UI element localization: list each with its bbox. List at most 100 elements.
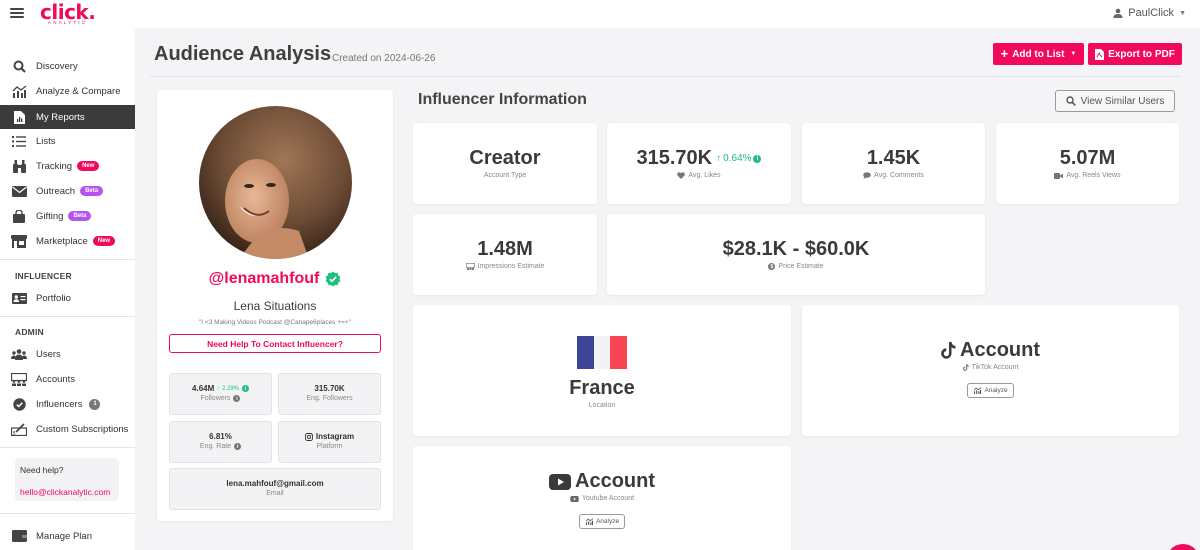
new-badge: New — [92, 236, 116, 246]
info-icon[interactable]: i — [241, 385, 249, 392]
beta-badge: Beta — [68, 211, 92, 221]
contact-influencer-button[interactable]: Need Help To Contact Influencer? — [169, 334, 381, 353]
sidebar-item-discovery[interactable]: Discovery — [0, 54, 135, 78]
list-icon — [11, 134, 27, 148]
svg-text:$: $ — [13, 430, 16, 436]
id-card-icon — [11, 291, 27, 305]
store-icon — [11, 234, 27, 248]
info-icon[interactable]: i — [753, 154, 762, 163]
card-avg-reels-views: 5.07M Avg. Reels Views — [996, 123, 1179, 204]
location-value: France — [569, 377, 635, 399]
divider — [0, 259, 135, 260]
divider — [0, 316, 135, 317]
pdf-file-icon — [1095, 48, 1105, 60]
verified-icon — [326, 271, 341, 287]
section-title: Influencer Information — [418, 91, 587, 108]
sidebar-item-outreach[interactable]: Outreach Beta — [0, 179, 135, 203]
sidebar-item-label: Users — [36, 348, 61, 360]
card-avg-comments: 1.45K Avg. Comments — [802, 123, 985, 204]
influencer-name: Lena Situations — [233, 299, 317, 313]
add-to-list-label: Add to List — [1012, 48, 1065, 60]
price-estimate-value: $28.1K - $60.0K — [722, 238, 870, 260]
info-icon[interactable]: i — [234, 443, 242, 450]
sidebar-item-manage-plan[interactable]: Manage Plan — [0, 524, 135, 548]
video-camera-icon — [1054, 172, 1064, 179]
logo[interactable]: click. ANALYTIC — [40, 0, 96, 25]
export-pdf-button[interactable]: Export to PDF — [1088, 43, 1182, 65]
help-title: Need help? — [20, 465, 64, 475]
count-badge: 1 — [89, 398, 101, 410]
sidebar-item-marketplace[interactable]: Marketplace New — [0, 229, 135, 253]
sidebar-item-tracking[interactable]: Tracking New — [0, 154, 135, 178]
shopping-bag-icon — [11, 209, 27, 223]
sidebar-item-accounts[interactable]: Accounts — [0, 367, 135, 391]
sidebar-item-label: Influencers — [36, 398, 83, 410]
hamburger-menu-icon[interactable] — [10, 8, 24, 18]
sidebar-item-influencers[interactable]: Influencers 1 — [0, 392, 135, 416]
sidebar-item-label: My Reports — [36, 111, 85, 123]
avg-reels-views-label: Avg. Reels Views — [1066, 172, 1121, 179]
signature-icon: $ — [11, 422, 27, 436]
analyze-youtube-button[interactable]: Analyze — [578, 514, 626, 529]
user-name: PaulClick — [1128, 7, 1175, 19]
logo-sub: ANALYTIC — [48, 20, 88, 25]
sidebar-item-gifting[interactable]: Gifting Beta — [0, 204, 135, 228]
help-email-link[interactable]: hello@clickanalytic.com — [20, 487, 114, 497]
sidebar-item-label: Marketplace — [36, 235, 88, 247]
youtube-icon — [570, 495, 579, 502]
youtube-account-label: Youtube Account — [581, 495, 635, 502]
sidebar-item-analyze-compare[interactable]: Analyze & Compare — [0, 79, 135, 103]
verified-badge-icon — [11, 397, 27, 411]
card-price-estimate: $28.1K - $60.0K $ Price Estimate — [607, 214, 985, 295]
avg-likes-value: 315.70K — [636, 147, 713, 169]
chevron-down-icon: ▼ — [1179, 9, 1186, 17]
avatar — [199, 106, 352, 259]
audience-icon — [465, 263, 475, 270]
report-file-icon — [11, 110, 27, 124]
sidebar-item-label: Portfolio — [36, 292, 71, 304]
sidebar-item-custom-subscriptions[interactable]: $ Custom Subscriptions — [0, 417, 135, 441]
price-estimate-label: Price Estimate — [778, 263, 824, 270]
chat-widget-button[interactable] — [1166, 544, 1200, 550]
sidebar-item-lists[interactable]: Lists — [0, 129, 135, 153]
sidebar-item-label: Tracking — [36, 160, 73, 172]
user-menu[interactable]: PaulClick ▼ — [1113, 7, 1186, 19]
created-date: Created on 2024-06-26 — [332, 53, 436, 64]
tiktok-account-label: TikTok Account — [971, 364, 1019, 371]
influencer-handle: @lenamahfouf — [157, 270, 393, 288]
user-icon — [1113, 8, 1123, 18]
platform-value: Instagram — [315, 432, 355, 441]
impressions-value: 1.48M — [477, 238, 533, 260]
section-label-admin: ADMIN — [15, 327, 44, 337]
beta-badge: Beta — [80, 186, 104, 196]
section-label-influencer: INFLUENCER — [15, 271, 72, 281]
sidebar-item-my-reports[interactable]: My Reports — [0, 105, 135, 129]
card-location: France Location — [413, 305, 791, 436]
sidebar-item-label: Gifting — [36, 210, 64, 222]
stat-followers: 4.64M ↑ 2.29% i Followers i — [169, 373, 272, 415]
sidebar-item-users[interactable]: Users — [0, 342, 135, 366]
divider — [0, 447, 135, 448]
analyze-tiktok-button[interactable]: Analyze — [967, 383, 1014, 398]
users-icon — [11, 347, 27, 361]
sidebar-item-label: Accounts — [36, 373, 76, 385]
top-bar: click. ANALYTIC PaulClick ▼ — [0, 0, 1200, 28]
help-box: Need help? hello@clickanalytic.com — [15, 458, 119, 501]
stat-eng-followers: 315.70K Eng. Followers — [278, 373, 381, 415]
info-icon[interactable]: i — [233, 395, 241, 402]
impressions-label: Impressions Estimate — [477, 263, 545, 270]
card-account-type: Creator Account Type — [413, 123, 597, 204]
instagram-icon — [304, 432, 313, 441]
view-similar-users-button[interactable]: View Similar Users — [1055, 90, 1175, 112]
eng-followers-value: 315.70K — [314, 384, 345, 393]
add-to-list-button[interactable]: + Add to List ▼ — [993, 43, 1084, 65]
search-icon — [11, 59, 27, 73]
export-pdf-label: Export to PDF — [1108, 48, 1175, 60]
email-value[interactable]: lena.mahfouf@gmail.com — [226, 479, 323, 488]
sidebar-item-portfolio[interactable]: Portfolio — [0, 286, 135, 310]
header-divider — [150, 76, 1180, 77]
avg-likes-trend: ↑ 0.64% i — [716, 153, 762, 164]
influencer-bio: "I <3 Making Videos Podcast @Canape6plac… — [198, 319, 352, 326]
avg-comments-value: 1.45K — [866, 147, 921, 169]
sidebar-item-label: Analyze & Compare — [36, 85, 121, 97]
